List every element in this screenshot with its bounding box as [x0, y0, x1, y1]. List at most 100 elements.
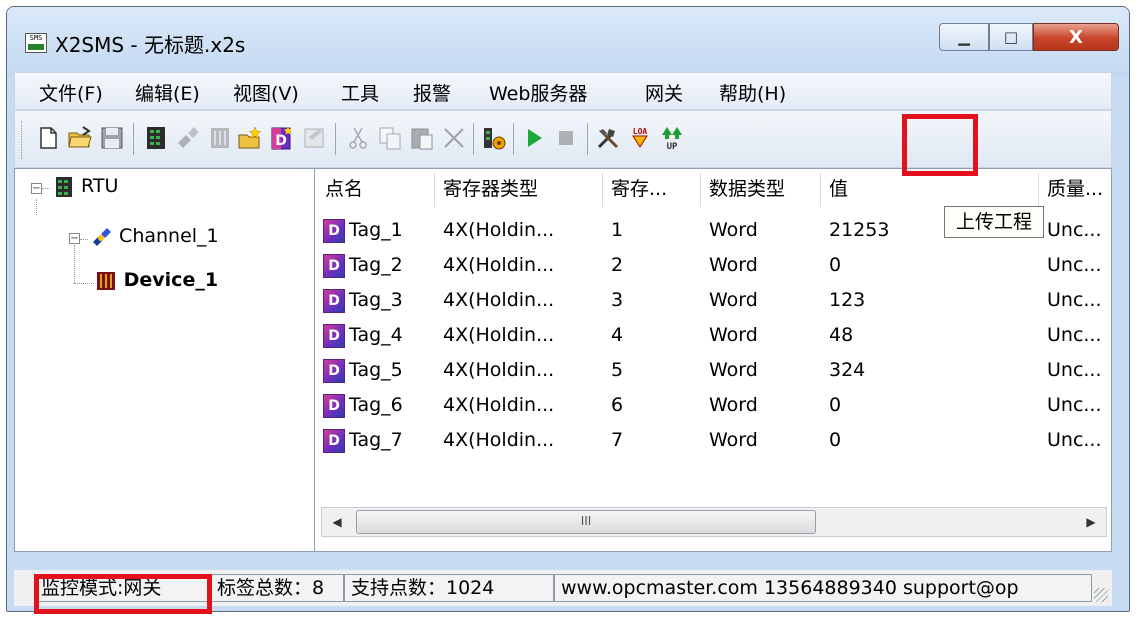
add-tag-icon[interactable]: D	[269, 125, 295, 151]
properties-icon[interactable]	[301, 125, 327, 151]
data-type: Word	[709, 324, 758, 346]
table-row[interactable]: D Tag_5 4X(Holdin... 5 Word 324 Unc...	[317, 353, 1111, 388]
menu-web-server[interactable]: Web服务器	[489, 79, 587, 106]
app-icon[interactable]: SMS	[25, 33, 47, 53]
add-rtu-icon[interactable]	[143, 125, 169, 151]
column-header-register-type[interactable]: 寄存器类型	[435, 173, 603, 207]
load-label: LOA	[633, 127, 648, 136]
table-header: 点名 寄存器类型 寄存... 数据类型 值 质量...	[317, 169, 1111, 207]
app-icon-label: SMS	[29, 34, 43, 42]
menu-gateway[interactable]: 网关	[645, 79, 683, 106]
tag-name: Tag_4	[349, 324, 403, 346]
channel-icon	[93, 227, 111, 246]
new-device-wizard-icon[interactable]	[237, 125, 263, 151]
column-header-data-type[interactable]: 数据类型	[701, 173, 821, 207]
register-address: 4	[611, 324, 624, 346]
toolbar-grip[interactable]	[21, 121, 25, 159]
column-header-name[interactable]: 点名	[317, 173, 435, 207]
scroll-thumb[interactable]: III	[356, 510, 816, 534]
device-icon	[97, 271, 115, 290]
data-type: Word	[709, 394, 758, 416]
tree-collapse-channel[interactable]: −	[69, 233, 80, 244]
tag-value: 0	[829, 254, 842, 276]
window-title: X2SMS - 无标题.x2s	[55, 33, 246, 57]
tools-icon[interactable]	[595, 125, 621, 151]
add-channel-icon[interactable]	[175, 125, 201, 151]
horizontal-scrollbar[interactable]: ◀ III ▶	[321, 507, 1107, 537]
tree-collapse-rtu[interactable]: −	[31, 183, 42, 194]
register-address: 1	[611, 219, 624, 241]
table-row[interactable]: D Tag_6 4X(Holdin... 6 Word 0 Unc...	[317, 388, 1111, 423]
download-project-icon[interactable]: LOA	[627, 125, 653, 151]
table-row[interactable]: D Tag_3 4X(Holdin... 3 Word 123 Unc...	[317, 283, 1111, 318]
table-row[interactable]: D Tag_2 4X(Holdin... 2 Word 0 Unc...	[317, 248, 1111, 283]
tree-node-device[interactable]: Device_1	[95, 269, 218, 292]
up-label: UP	[667, 142, 678, 151]
upload-project-icon[interactable]: UP	[659, 125, 685, 152]
save-icon[interactable]	[99, 125, 125, 151]
data-type: Word	[709, 219, 758, 241]
tree-line	[36, 199, 37, 215]
register-type: 4X(Holdin...	[443, 324, 555, 346]
add-device-icon[interactable]	[207, 125, 233, 151]
menu-file[interactable]: 文件(F)	[39, 79, 103, 106]
title-bar[interactable]: SMS X2SMS - 无标题.x2s ▁ □ X	[7, 7, 1129, 77]
monitor-icon[interactable]	[481, 125, 507, 151]
status-tag-count: 标签总数：8	[210, 574, 344, 602]
open-folder-icon[interactable]	[67, 125, 93, 151]
tree-line	[74, 245, 75, 283]
resize-grip[interactable]	[1094, 588, 1108, 602]
cut-icon[interactable]	[345, 125, 371, 151]
scroll-right-icon[interactable]: ▶	[1076, 508, 1106, 536]
register-type: 4X(Holdin...	[443, 429, 555, 451]
tag-quality: Unc...	[1047, 359, 1102, 381]
table-row[interactable]: D Tag_7 4X(Holdin... 7 Word 0 Unc...	[317, 423, 1111, 458]
minimize-button[interactable]: ▁	[939, 23, 989, 51]
register-address: 3	[611, 289, 624, 311]
menu-view[interactable]: 视图(V)	[233, 79, 299, 106]
svg-text:D: D	[275, 133, 287, 149]
register-type: 4X(Holdin...	[443, 254, 555, 276]
tag-quality: Unc...	[1047, 394, 1102, 416]
column-header-address[interactable]: 寄存...	[603, 173, 701, 207]
tag-value: 123	[829, 289, 866, 311]
tree-node-rtu[interactable]: RTU	[53, 175, 118, 198]
tree-node-channel[interactable]: Channel_1	[91, 225, 219, 248]
tag-quality: Unc...	[1047, 324, 1102, 346]
column-header-quality[interactable]: 质量...	[1039, 173, 1111, 207]
close-button[interactable]: X	[1033, 23, 1119, 51]
tree-device-label: Device_1	[123, 269, 219, 291]
run-icon[interactable]	[521, 125, 547, 151]
tag-name: Tag_1	[349, 219, 403, 241]
menu-tools[interactable]: 工具	[341, 79, 379, 106]
tag-value: 0	[829, 429, 842, 451]
menu-help[interactable]: 帮助(H)	[719, 79, 786, 106]
scroll-left-icon[interactable]: ◀	[322, 508, 352, 536]
device-tree[interactable]: − RTU − Channel_1 Device_1	[15, 169, 315, 551]
register-address: 6	[611, 394, 624, 416]
toolbar-separator	[133, 123, 134, 155]
close-icon: X	[1069, 26, 1083, 48]
register-type: 4X(Holdin...	[443, 359, 555, 381]
upload-tooltip: 上传工程	[944, 206, 1044, 238]
register-address: 5	[611, 359, 624, 381]
tag-name: Tag_2	[349, 254, 403, 276]
maximize-button[interactable]: □	[989, 23, 1033, 51]
data-type: Word	[709, 359, 758, 381]
delete-icon[interactable]	[441, 125, 467, 151]
menu-alarm[interactable]: 报警	[413, 79, 451, 106]
new-file-icon[interactable]	[35, 125, 61, 151]
tag-quality: Unc...	[1047, 254, 1102, 276]
tree-channel-label: Channel_1	[119, 225, 219, 247]
copy-icon[interactable]	[377, 125, 403, 151]
table-row[interactable]: D Tag_4 4X(Holdin... 4 Word 48 Unc...	[317, 318, 1111, 353]
stop-icon[interactable]	[553, 125, 579, 151]
tag-value: 48	[829, 324, 854, 346]
tag-name: Tag_3	[349, 289, 403, 311]
highlight-upload-button	[902, 114, 978, 176]
menu-edit[interactable]: 编辑(E)	[135, 79, 200, 106]
register-address: 7	[611, 429, 624, 451]
paste-icon[interactable]	[409, 125, 435, 151]
tag-name: Tag_5	[349, 359, 403, 381]
column-header-value[interactable]: 值	[821, 173, 1039, 207]
